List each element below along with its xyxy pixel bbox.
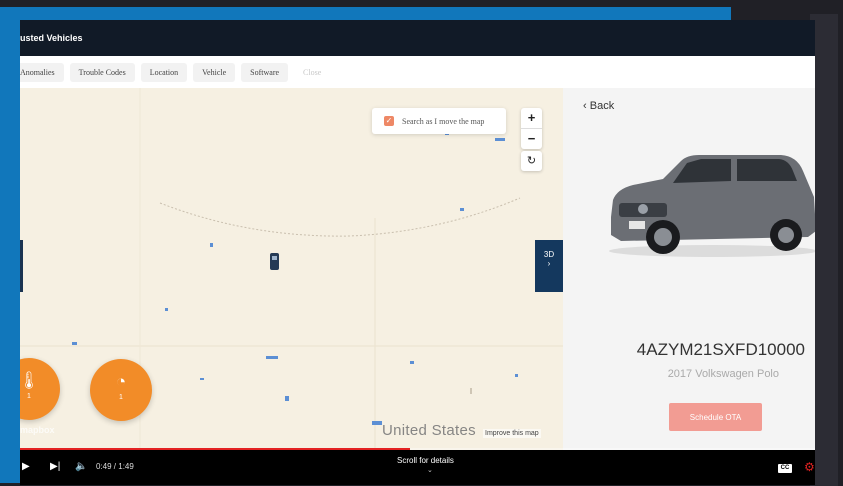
back-label: Back bbox=[589, 100, 615, 112]
gauge-icon: ◔ bbox=[115, 372, 127, 391]
tab-anomalies[interactable]: Anomalies bbox=[20, 62, 64, 82]
mapbox-logo[interactable]: mapbox bbox=[20, 425, 55, 435]
vehicle-vin: 4AZYM21SXFD10000 bbox=[636, 340, 805, 359]
speed-count: 1 bbox=[119, 394, 123, 401]
chevron-right-icon: › bbox=[547, 259, 551, 268]
search-as-move-toggle[interactable]: ✓ Search as I move the map bbox=[372, 108, 506, 134]
zoom-out-button[interactable]: − bbox=[521, 129, 542, 149]
schedule-ota-button[interactable]: Schedule OTA bbox=[669, 403, 762, 431]
video-screen: usted Vehicles Anomalies Trouble Codes L… bbox=[20, 20, 815, 485]
view-toggle[interactable]: 3D › bbox=[535, 240, 563, 292]
tab-location[interactable]: Location bbox=[140, 62, 188, 82]
tab-trouble-codes[interactable]: Trouble Codes bbox=[69, 62, 135, 82]
app-title: usted Vehicles bbox=[20, 33, 83, 43]
zoom-in-button[interactable]: + bbox=[521, 108, 542, 128]
map-view[interactable]: ✓ Search as I move the map + − ↻ 3D › 🌡 … bbox=[20, 88, 563, 460]
captions-button[interactable]: CC bbox=[778, 464, 792, 473]
car-image bbox=[609, 155, 815, 257]
play-icon[interactable]: ▶ bbox=[22, 461, 30, 472]
toggle-3d-label: 3D bbox=[543, 250, 555, 259]
country-label: United States bbox=[382, 422, 476, 439]
vehicle-marker-icon[interactable] bbox=[270, 253, 279, 270]
chevron-down-icon: ⌄ bbox=[427, 467, 433, 474]
thermometer-icon: 🌡 bbox=[20, 371, 40, 390]
vehicle-model: 2017 Volkswagen Polo bbox=[667, 368, 779, 380]
gear-icon[interactable]: ⚙ bbox=[804, 460, 815, 474]
search-label: Search as I move the map bbox=[402, 116, 485, 126]
speed-badge[interactable]: ◔ 1 bbox=[90, 359, 152, 421]
volume-icon[interactable]: 🔈 bbox=[75, 461, 87, 472]
checkbox-checked-icon[interactable]: ✓ bbox=[384, 116, 394, 126]
left-panel-handle[interactable] bbox=[20, 240, 23, 292]
time-display: 0:49 / 1:49 bbox=[96, 462, 134, 471]
tab-bar: Anomalies Trouble Codes Location Vehicle… bbox=[20, 56, 815, 89]
back-button[interactable]: ‹ Back bbox=[583, 100, 614, 112]
vehicle-detail-panel: ‹ Back 4AZYM21SXFD10000 2017 Volkswagen … bbox=[563, 88, 815, 460]
tab-software[interactable]: Software bbox=[241, 62, 289, 82]
temperature-count: 1 bbox=[27, 393, 31, 400]
scroll-hint[interactable]: Scroll for details bbox=[397, 456, 454, 465]
map-attribution-link[interactable]: Improve this map bbox=[483, 429, 541, 438]
reset-bearing-button[interactable]: ↻ bbox=[521, 151, 542, 171]
app-header: usted Vehicles bbox=[20, 20, 815, 56]
tab-vehicle[interactable]: Vehicle bbox=[193, 62, 236, 82]
zoom-control: + − bbox=[521, 108, 542, 149]
tab-close[interactable]: Close bbox=[294, 63, 330, 82]
next-icon[interactable]: ▶| bbox=[50, 461, 60, 472]
video-controls: ▶ ▶| 🔈 0:49 / 1:49 Scroll for details ⌄ … bbox=[20, 450, 815, 485]
